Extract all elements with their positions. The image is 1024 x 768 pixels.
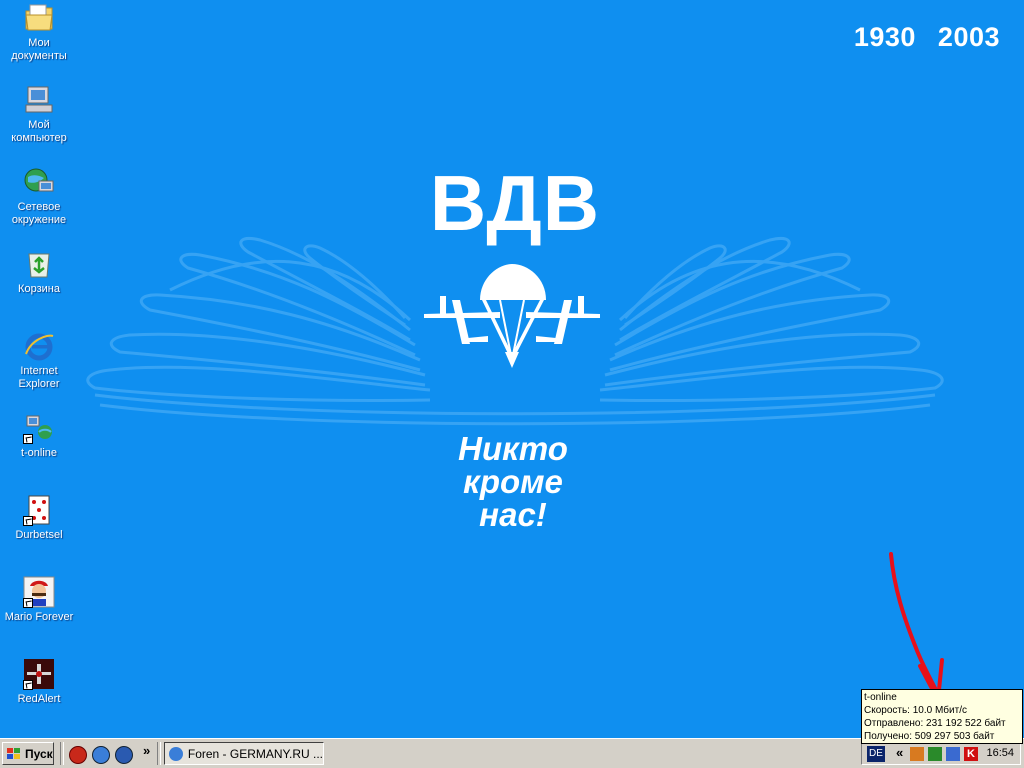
icon-label: Internet Explorer — [18, 365, 60, 390]
icon-label: t-online — [20, 447, 58, 459]
tray-expand-chevron[interactable]: « — [896, 745, 903, 760]
wallpaper-years: 1930 2003 — [832, 22, 1000, 53]
start-label: Пуск — [25, 746, 53, 761]
mario-icon — [23, 576, 55, 608]
start-button[interactable]: Пуск — [2, 742, 54, 765]
tooltip-line: Получено: 509 297 503 байт — [864, 731, 995, 742]
tooltip-line: Отправлено: 231 192 522 байт — [864, 718, 1006, 729]
tray-antivirus-icon[interactable]: K — [964, 747, 978, 761]
desktop-icon-internet-explorer[interactable]: Internet Explorer — [0, 330, 78, 391]
icon-label: Корзина — [18, 283, 60, 295]
year-end: 2003 — [937, 22, 1000, 52]
recycle-bin-icon — [23, 248, 55, 280]
desktop-icon-redalert[interactable]: RedAlert — [0, 658, 78, 706]
tooltip-line: Скорость: 10.0 Мбит/с — [864, 705, 967, 716]
language-indicator[interactable]: DE — [867, 746, 885, 762]
quicklaunch-media-player-icon[interactable] — [115, 746, 133, 764]
icon-label: Durbetsel — [15, 529, 63, 541]
wallpaper-title: ВДВ — [429, 159, 601, 247]
quicklaunch-chevron[interactable]: » — [143, 743, 150, 758]
shortcut-arrow-icon — [23, 680, 33, 690]
quicklaunch-ie-icon[interactable] — [92, 746, 110, 764]
annotation-arrow — [889, 552, 944, 702]
desktop: 1930 2003 ВДВ Никто кроме нас! Мои докумен… — [0, 0, 1024, 738]
internet-explorer-icon — [23, 330, 55, 362]
tray-connection-icon[interactable] — [946, 747, 960, 761]
taskbar-separator — [60, 742, 64, 765]
playing-card-icon — [23, 494, 55, 526]
icon-label: Mario Forever — [4, 611, 74, 623]
quicklaunch-opera-icon[interactable] — [69, 746, 87, 764]
desktop-icon-my-documents[interactable]: Мои документы — [0, 2, 78, 63]
desktop-icon-durbetsel[interactable]: Durbetsel — [0, 494, 78, 542]
desktop-icon-recycle-bin[interactable]: Корзина — [0, 248, 78, 296]
year-start: 1930 — [853, 22, 916, 52]
desktop-icon-my-computer[interactable]: Мой компьютер — [0, 84, 78, 145]
redalert-icon — [23, 658, 55, 690]
tray-app-icon[interactable] — [910, 747, 924, 761]
icon-label: Мои документы — [11, 37, 67, 62]
motto-line: Никто — [458, 430, 568, 467]
taskbar-separator — [157, 742, 161, 765]
desktop-icon-mario-forever[interactable]: Mario Forever — [0, 576, 78, 624]
taskbar-window-button[interactable]: Foren - GERMANY.RU ... — [164, 742, 324, 765]
wallpaper-motto: Никто кроме нас! — [420, 432, 606, 531]
shortcut-arrow-icon — [23, 434, 33, 444]
shortcut-arrow-icon — [23, 598, 33, 608]
tooltip-line: t-online — [864, 692, 897, 703]
aircraft-icon — [526, 296, 600, 344]
icon-label: RedAlert — [17, 693, 61, 705]
motto-line: кроме — [463, 463, 563, 500]
icon-label: Мой компьютер — [11, 119, 67, 144]
icon-label: Сетевое окружение — [11, 201, 67, 226]
network-icon — [23, 166, 55, 198]
t-online-icon — [23, 412, 55, 444]
my-computer-icon — [23, 84, 55, 116]
tray-tooltip: t-online Скорость: 10.0 Мбит/с Отправлен… — [861, 689, 1023, 744]
aircraft-icon — [424, 296, 500, 344]
windows-logo-icon — [7, 747, 20, 759]
motto-line: нас! — [479, 496, 547, 533]
browser-icon — [169, 746, 183, 761]
my-documents-icon — [23, 2, 55, 34]
clock[interactable]: 16:54 — [986, 747, 1014, 759]
tray-network-icon[interactable] — [928, 747, 942, 761]
wallpaper-emblem — [86, 237, 944, 426]
shortcut-arrow-icon — [23, 516, 33, 526]
desktop-icon-network[interactable]: Сетевое окружение — [0, 166, 78, 227]
desktop-icon-t-online[interactable]: t-online — [0, 412, 78, 460]
system-tray: DE « K 16:54 — [861, 742, 1021, 765]
task-label: Foren - GERMANY.RU ... — [187, 746, 323, 761]
